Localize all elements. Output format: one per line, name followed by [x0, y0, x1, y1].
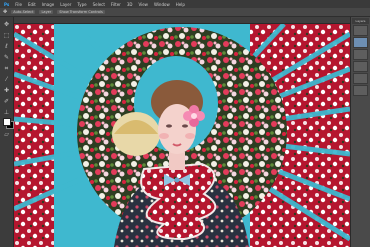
eyedropper-icon[interactable]: ⁄: [2, 75, 11, 84]
auto-select-target-dropdown[interactable]: Layer: [39, 10, 54, 14]
menu-edit[interactable]: Edit: [28, 2, 36, 7]
move-tool-preset-icon[interactable]: ✥: [3, 9, 7, 15]
document-canvas[interactable]: [14, 24, 350, 247]
quick-select-icon[interactable]: ✎: [2, 53, 11, 62]
menu-3d[interactable]: 3D: [127, 2, 133, 7]
menu-type[interactable]: Type: [77, 2, 86, 7]
layers-tab[interactable]: Layers: [352, 18, 369, 24]
document-tab[interactable]: [14, 17, 350, 24]
layer-row[interactable]: [353, 73, 368, 84]
auto-select-checkbox[interactable]: Auto-Select: [11, 10, 36, 14]
crop-icon[interactable]: ⌗: [2, 64, 11, 73]
foreground-color-swatch[interactable]: [3, 118, 11, 126]
menu-image[interactable]: Image: [42, 2, 55, 7]
show-transform-controls-checkbox[interactable]: Show Transform Controls: [57, 10, 105, 14]
menu-layer[interactable]: Layer: [60, 2, 71, 7]
lasso-icon[interactable]: ℓ: [2, 42, 11, 51]
menu-view[interactable]: View: [138, 2, 148, 7]
layer-row[interactable]: [353, 61, 368, 72]
tools-panel: ✥ ⬚ ℓ ✎ ⌗ ⁄ ✚ ✐ ⊥ ↺ ▱: [0, 17, 14, 247]
menu-file[interactable]: File: [15, 2, 22, 7]
move-icon[interactable]: ✥: [2, 20, 11, 29]
layer-row[interactable]: [353, 85, 368, 96]
brush-icon[interactable]: ✐: [2, 97, 11, 106]
layer-row[interactable]: [353, 25, 368, 36]
layer-row[interactable]: [353, 49, 368, 60]
layer-row-selected[interactable]: [353, 37, 368, 48]
marquee-icon[interactable]: ⬚: [2, 31, 11, 40]
eraser-icon[interactable]: ▱: [2, 130, 11, 139]
right-panel: Layers: [350, 17, 370, 247]
menu-window[interactable]: Window: [154, 2, 170, 7]
canvas-artwork: [14, 24, 350, 247]
menu-help[interactable]: Help: [176, 2, 185, 7]
menu-filter[interactable]: Filter: [111, 2, 121, 7]
stamp-icon[interactable]: ⊥: [2, 108, 11, 117]
menu-bar: Ps File Edit Image Layer Type Select Fil…: [0, 0, 370, 8]
menu-select[interactable]: Select: [93, 2, 105, 7]
healing-icon[interactable]: ✚: [2, 86, 11, 95]
options-bar: ✥ Auto-Select Layer Show Transform Contr…: [0, 8, 370, 17]
app-logo[interactable]: Ps: [4, 2, 9, 7]
